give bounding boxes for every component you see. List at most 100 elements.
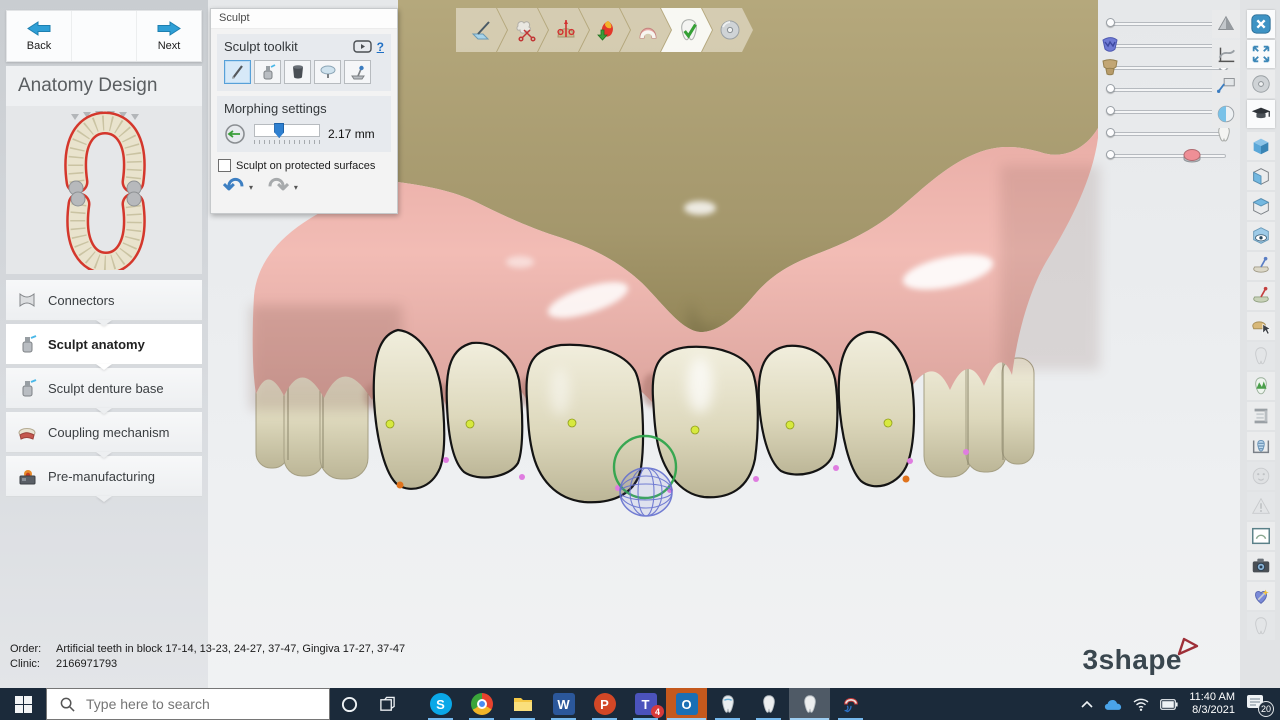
wax-tool-button[interactable]	[284, 60, 311, 84]
select-surface-icon	[1250, 315, 1272, 337]
view-cube-top-button[interactable]	[1247, 192, 1275, 220]
taskbar-app-word[interactable]: W	[543, 688, 584, 720]
sidebar-item-connectors[interactable]: Connectors	[6, 280, 202, 321]
cortana-button[interactable]	[330, 688, 368, 720]
knife-tool-button[interactable]	[224, 60, 251, 84]
add-pin-button[interactable]	[1247, 252, 1275, 280]
scan-layer-icon[interactable]	[1100, 35, 1120, 55]
view-cube-eye-button[interactable]	[1247, 222, 1275, 250]
onedrive-icon[interactable]	[1104, 698, 1122, 711]
sidebar-item-sculpt-anatomy[interactable]: Sculpt anatomy	[6, 324, 202, 365]
search-input[interactable]	[84, 695, 308, 713]
pin-tool-icon	[1250, 255, 1272, 277]
add-pin-red-button[interactable]	[1247, 282, 1275, 310]
articulator-button[interactable]	[1247, 402, 1275, 430]
step-label: Coupling mechanism	[48, 425, 169, 440]
annotation-button[interactable]	[1212, 70, 1240, 98]
windows-logo-icon	[15, 696, 32, 713]
workflow-step-sketch[interactable]	[456, 8, 507, 52]
clinic-label: Clinic:	[10, 657, 46, 672]
view-cube-solid-button[interactable]	[1247, 132, 1275, 160]
tryin-step-icon	[636, 18, 660, 42]
radius-slider[interactable]	[254, 124, 320, 137]
taskbar-app-outlook[interactable]: O	[666, 688, 707, 720]
taskbar-app-dental-3[interactable]	[789, 688, 830, 720]
camera-button[interactable]	[1247, 552, 1275, 580]
task-view-icon	[379, 696, 396, 713]
explorer-icon	[512, 693, 534, 715]
manufacture-icon	[16, 465, 38, 487]
back-button[interactable]: Back	[7, 11, 71, 61]
coupling-icon	[16, 421, 38, 443]
powerpoint-icon: P	[594, 693, 616, 715]
battery-icon[interactable]	[1160, 699, 1178, 710]
cube-left-face-icon	[1250, 165, 1272, 187]
view-pyramid-button[interactable]	[1212, 10, 1240, 38]
sidebar-item-sculpt-denture-base[interactable]: Sculpt denture base	[6, 368, 202, 409]
tray-date: 8/3/2021	[1189, 704, 1235, 717]
taskbar-app-powerpoint[interactable]: P	[584, 688, 625, 720]
taskbar-app-chrome[interactable]	[461, 688, 502, 720]
airbrush-icon	[16, 333, 38, 355]
help-link[interactable]: ?	[377, 40, 384, 54]
start-button[interactable]	[0, 688, 46, 720]
sidebar-item-coupling-mechanism[interactable]: Coupling mechanism	[6, 412, 202, 453]
radius-slider-handle[interactable]	[274, 123, 284, 138]
undo-dropdown[interactable]: ▾	[249, 183, 253, 192]
connectors-icon	[16, 289, 38, 311]
snapshot-frame-button[interactable]	[1247, 522, 1275, 550]
favorite-wand-button[interactable]	[1247, 582, 1275, 610]
taskbar-app-dental-2[interactable]	[748, 688, 789, 720]
close-viewport-button[interactable]	[1247, 10, 1275, 38]
next-button[interactable]: Next	[137, 11, 201, 61]
arch-diagram	[9, 110, 199, 270]
sculpt-dialog-title[interactable]: Sculpt	[211, 9, 397, 29]
brush-radius-icon[interactable]	[224, 123, 246, 145]
morphing-settings-section: Morphing settings 2.17 mm	[217, 96, 391, 152]
clock[interactable]: 11:40 AM 8/3/2021	[1189, 691, 1235, 717]
taskbar-app-denture[interactable]	[830, 688, 871, 720]
undercut-button[interactable]	[1247, 432, 1275, 460]
taskbar-search[interactable]	[46, 688, 330, 720]
morph-tool-button[interactable]	[344, 60, 371, 84]
protected-surfaces-checkbox[interactable]	[218, 159, 231, 172]
redo-button[interactable]: ↷	[268, 176, 289, 198]
sidebar-item-pre-manufacturing[interactable]: Pre-manufacturing	[6, 456, 202, 497]
notification-count-badge: 20	[1258, 701, 1274, 717]
video-tutorial-icon[interactable]	[353, 40, 372, 53]
radius-value: 2.17 mm	[328, 127, 375, 141]
cortana-icon	[341, 696, 358, 713]
cube-eye-icon	[1250, 225, 1272, 247]
measure-button[interactable]	[1247, 372, 1275, 400]
gingiva-disc-layer-icon[interactable]	[1182, 145, 1202, 165]
select-surface-button[interactable]	[1247, 312, 1275, 340]
tray-expand-icon[interactable]	[1081, 700, 1093, 708]
3shape-logo: 3shape	[1083, 644, 1183, 676]
cd-icon	[1250, 73, 1272, 95]
training-cap-icon	[1250, 103, 1272, 125]
wizard-navigation: Back Next	[6, 10, 202, 62]
undo-button[interactable]: ↶	[223, 176, 244, 198]
cd-export-button[interactable]	[1247, 70, 1275, 98]
tooth2-disabled-button	[1247, 612, 1275, 640]
wax-tool-icon	[289, 63, 307, 81]
training-button[interactable]	[1247, 100, 1275, 128]
taskbar-app-explorer[interactable]	[502, 688, 543, 720]
wifi-icon[interactable]	[1133, 698, 1149, 711]
split-view-button[interactable]	[1212, 100, 1240, 128]
layer-slider-gingiva[interactable]	[1100, 144, 1234, 166]
pin-red-tool-icon	[1250, 285, 1272, 307]
cross-section-button[interactable]	[1212, 40, 1240, 68]
redo-dropdown[interactable]: ▾	[294, 183, 298, 192]
taskbar-app-teams[interactable]: T 4	[625, 688, 666, 720]
taskbar-app-dental-1[interactable]	[707, 688, 748, 720]
taskbar-app-skype[interactable]: S	[420, 688, 461, 720]
view-cube-left-button[interactable]	[1247, 162, 1275, 190]
airbrush-tool-button[interactable]	[254, 60, 281, 84]
smooth-tool-button[interactable]	[314, 60, 341, 84]
fullscreen-button[interactable]	[1247, 40, 1275, 68]
task-view-button[interactable]	[368, 688, 406, 720]
jaw-layer-icon[interactable]	[1100, 57, 1120, 77]
dental-arch-overview[interactable]	[6, 106, 202, 274]
action-center-button[interactable]: 20	[1246, 694, 1270, 714]
